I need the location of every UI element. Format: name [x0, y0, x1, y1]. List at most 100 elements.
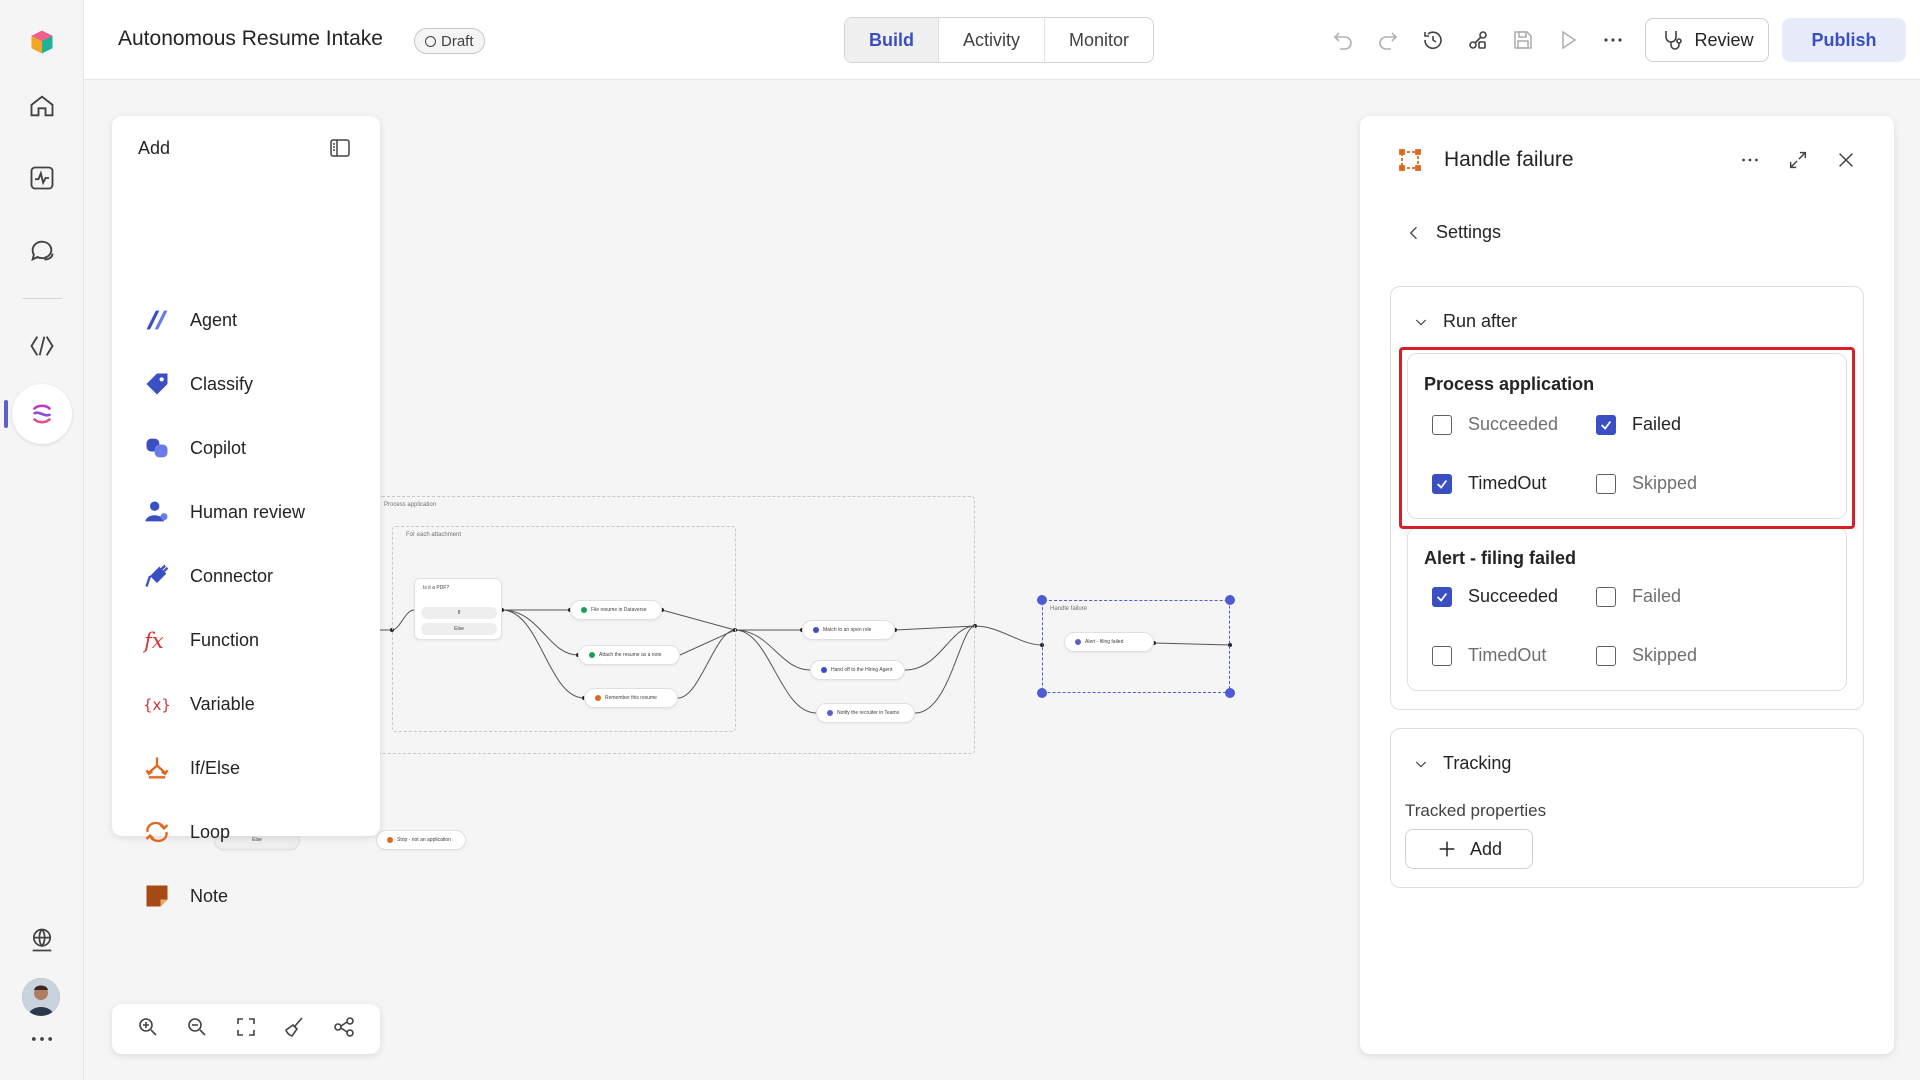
save-icon[interactable]	[1509, 26, 1537, 54]
collapse-panel-icon[interactable]	[328, 136, 354, 162]
chat-icon[interactable]	[18, 226, 66, 274]
copilot-icon	[142, 433, 172, 463]
checkbox-succeeded[interactable]: Succeeded	[1432, 586, 1558, 607]
more-options-icon[interactable]	[1599, 26, 1627, 54]
condition-node[interactable]: Is it a PDF? If Else	[414, 578, 502, 640]
branch-icon	[142, 753, 172, 783]
close-icon[interactable]	[1834, 148, 1858, 172]
group-label-outer: Process application	[384, 502, 437, 508]
code-icon[interactable]	[18, 322, 66, 370]
connections-icon[interactable]	[1464, 26, 1492, 54]
activity-icon[interactable]	[18, 154, 66, 202]
resize-handle-bl[interactable]	[1037, 688, 1047, 698]
add-item-loop[interactable]: Loop	[142, 812, 362, 852]
node-file-resume[interactable]: File resume in Dataverse	[570, 600, 662, 620]
tab-activity[interactable]: Activity	[939, 18, 1046, 62]
home-icon[interactable]	[18, 82, 66, 130]
review-button[interactable]: Review	[1645, 18, 1769, 62]
expand-icon[interactable]	[1786, 148, 1810, 172]
node-attach-resume[interactable]: Attach the resume as a note	[578, 645, 680, 665]
add-panel-title: Add	[138, 138, 171, 158]
draft-circle-icon	[425, 35, 436, 47]
svg-text:{x}: {x}	[143, 696, 171, 714]
fit-view-icon[interactable]	[234, 1015, 258, 1044]
note-icon	[142, 881, 172, 911]
add-item-copilot[interactable]: Copilot	[142, 428, 362, 468]
resize-handle-tr[interactable]	[1225, 595, 1235, 605]
user-avatar[interactable]	[22, 978, 60, 1016]
publish-button[interactable]: Publish	[1782, 18, 1906, 62]
tidy-up-icon[interactable]	[283, 1015, 307, 1044]
checkbox-failed[interactable]: Failed	[1596, 586, 1681, 607]
add-item-connector[interactable]: Connector	[142, 556, 362, 596]
more-icon[interactable]	[18, 1024, 66, 1054]
plug-icon	[142, 561, 172, 591]
rail-divider	[22, 298, 62, 299]
add-item-variable[interactable]: {x} Variable	[142, 684, 362, 724]
add-tracked-property-button[interactable]: Add	[1405, 829, 1533, 869]
agent-icon	[142, 305, 172, 335]
zoom-in-icon[interactable]	[136, 1015, 160, 1044]
checkbox-timedout[interactable]: TimedOut	[1432, 645, 1546, 666]
globe-icon[interactable]	[18, 916, 66, 964]
run-after-group-alert-filing-failed: Alert - filing failed Succeeded Failed T…	[1407, 527, 1847, 691]
status-badge: Draft	[414, 28, 485, 54]
panel-more-icon[interactable]	[1738, 148, 1762, 172]
node-stop[interactable]: Stop - not an application	[376, 830, 466, 850]
tab-monitor[interactable]: Monitor	[1045, 18, 1153, 62]
handle-failure-label: Handle failure	[1050, 606, 1088, 612]
node-notify-recruiter[interactable]: Notify the recruiter in Teams	[816, 703, 915, 723]
status-badge-label: Draft	[441, 32, 474, 50]
settings-back-link[interactable]: Settings	[1404, 222, 1501, 243]
checkbox-box[interactable]	[1432, 645, 1452, 666]
app-logo-icon[interactable]	[18, 18, 66, 66]
tracking-header[interactable]: Tracking	[1413, 753, 1511, 774]
checkbox-box-checked[interactable]	[1432, 586, 1452, 607]
scope-node-icon	[1398, 148, 1422, 172]
flows-icon[interactable]	[12, 384, 72, 444]
add-item-if-else[interactable]: If/Else	[142, 748, 362, 788]
condition-title: Is it a PDF?	[423, 585, 450, 591]
add-panel: Add Agent Classify Copilot Human review …	[112, 116, 380, 907]
node-remember-resume[interactable]: Remember this resume	[584, 688, 678, 708]
panel-title: Handle failure	[1444, 148, 1574, 171]
add-item-agent[interactable]: Agent	[142, 300, 362, 340]
stethoscope-icon	[1665, 31, 1683, 50]
settings-label: Settings	[1436, 222, 1502, 242]
chevron-down-icon	[1415, 319, 1427, 326]
tag-icon	[142, 369, 172, 399]
loop-icon	[142, 817, 172, 847]
undo-icon[interactable]	[1329, 26, 1357, 54]
add-item-note[interactable]: Note	[142, 876, 362, 916]
minimap-icon[interactable]	[332, 1015, 356, 1044]
condition-else: Else	[421, 623, 497, 635]
group-title: Alert - filing failed	[1424, 548, 1577, 568]
resize-handle-tl[interactable]	[1037, 595, 1047, 605]
chevron-down-icon	[1415, 761, 1427, 768]
page-title: Autonomous Resume Intake	[118, 27, 383, 50]
history-icon[interactable]	[1419, 26, 1447, 54]
zoom-out-icon[interactable]	[185, 1015, 209, 1044]
tab-build[interactable]: Build	[845, 18, 939, 62]
tracked-properties-label: Tracked properties	[1405, 801, 1547, 820]
svg-text:fx: fx	[143, 629, 164, 653]
redo-icon[interactable]	[1374, 26, 1402, 54]
run-after-header[interactable]: Run after	[1413, 311, 1517, 332]
checkbox-box[interactable]	[1596, 586, 1616, 607]
add-item-function[interactable]: fx Function	[142, 620, 362, 660]
node-alert-filing-failed[interactable]: Alert - filing failed	[1064, 632, 1154, 652]
add-item-classify[interactable]: Classify	[142, 364, 362, 404]
fx-icon: fx	[142, 625, 172, 655]
checkbox-skipped[interactable]: Skipped	[1596, 645, 1697, 666]
variable-icon: {x}	[142, 689, 172, 719]
node-hand-off[interactable]: Hand off to the Hiring Agent	[810, 660, 905, 680]
rail-active-indicator	[4, 400, 8, 428]
review-label: Review	[1694, 29, 1754, 50]
checkbox-box[interactable]	[1596, 645, 1616, 666]
node-match-role[interactable]: Match to an open role	[802, 620, 895, 640]
resize-handle-br[interactable]	[1225, 688, 1235, 698]
canvas-toolbar	[112, 1004, 380, 1054]
add-item-human-review[interactable]: Human review	[142, 492, 362, 532]
top-bar: Autonomous Resume Intake Draft Build Act…	[84, 0, 1920, 80]
run-icon[interactable]	[1554, 26, 1582, 54]
